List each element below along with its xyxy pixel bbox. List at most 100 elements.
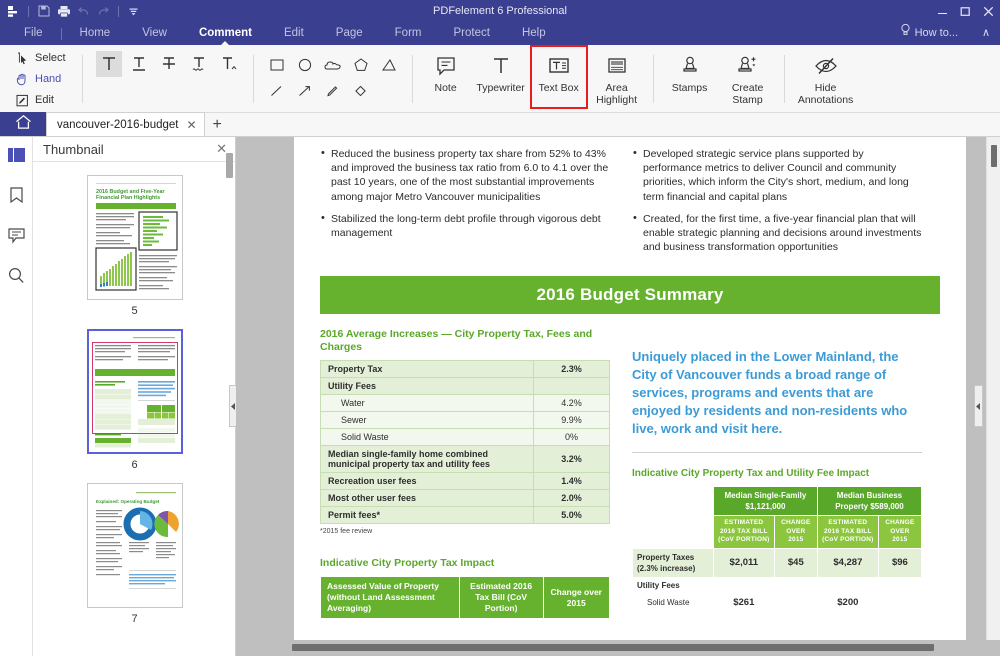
annotation-comment-icon[interactable] <box>4 223 28 247</box>
maximize-button[interactable] <box>954 0 977 22</box>
avg-row-value-5: 3.2% <box>533 445 610 474</box>
print-icon[interactable] <box>56 4 71 19</box>
table-row: Most other user fees 2.0% <box>320 489 610 508</box>
table-row: Median single-family home combined munic… <box>320 445 610 474</box>
rectangle-icon[interactable] <box>265 54 289 76</box>
cloud-icon[interactable] <box>321 54 345 76</box>
document-view[interactable]: Reduced the business property tax share … <box>236 137 1000 656</box>
text-box-button[interactable]: Text Box <box>529 45 588 109</box>
highlight-text-icon[interactable] <box>95 51 122 77</box>
avg-row-value-3: 9.9% <box>533 411 610 430</box>
how-to-button[interactable]: How to... <box>900 22 958 45</box>
thumbnail-page-7[interactable]: Explained: Operating Budget <box>86 483 183 608</box>
impact-row-value-0-2: $4,287 <box>816 547 879 578</box>
ribbon-tab-comment[interactable]: Comment <box>183 22 268 46</box>
thumbnail-page-6[interactable] <box>86 329 183 454</box>
average-increases-section: 2016 Average Increases — City Property T… <box>320 314 611 620</box>
ribbon-tab-edit[interactable]: Edit <box>268 22 320 45</box>
impact-row-value-1-3 <box>877 576 923 594</box>
ribbon-tab-help[interactable]: Help <box>506 22 562 45</box>
edit-tool-button[interactable]: Edit <box>10 91 59 109</box>
caret-insert-text-icon[interactable] <box>216 51 242 77</box>
avg-row-label-0: Property Tax <box>320 360 534 379</box>
ribbon-toolbar: Select Hand Edit Note Typewriter Text Bo… <box>0 45 1000 113</box>
arrow-icon[interactable] <box>293 80 317 102</box>
document-vertical-scrollbar[interactable] <box>986 137 1000 640</box>
collapse-right-panel-handle[interactable] <box>974 385 983 427</box>
table-row: Water 4.2% <box>320 394 610 413</box>
minimize-button[interactable] <box>931 0 954 22</box>
thumbnail-scrollbar[interactable] <box>226 153 233 178</box>
page-right-column: Developed strategic service plans suppor… <box>632 146 922 262</box>
thumbnail-panel: Thumbnail ✕ 2016 Budget and Five-Year Fi… <box>33 137 236 656</box>
avg-row-label-4: Solid Waste <box>320 428 534 447</box>
scrollbar-thumb[interactable] <box>991 145 997 167</box>
ellipse-icon[interactable] <box>293 54 317 76</box>
left-bullet-list: Reduced the business property tax share … <box>320 146 610 240</box>
collapse-ribbon-button[interactable]: ∧ <box>982 22 990 45</box>
thumbnail-page-number: 7 <box>131 613 138 625</box>
ribbon-tab-bar: File Home View Comment Edit Page Form Protect He… <box>0 22 1000 46</box>
underline-text-icon[interactable] <box>126 51 152 77</box>
close-icon[interactable]: ✕ <box>186 118 196 132</box>
close-button[interactable] <box>977 0 1000 22</box>
polygon-icon[interactable] <box>349 54 373 76</box>
list-item[interactable]: 6 <box>33 317 236 471</box>
search-icon[interactable] <box>4 263 28 287</box>
ribbon-tab-protect[interactable]: Protect <box>438 22 506 45</box>
ribbon-tabs: File Home View Comment Edit Page Form Protect He… <box>0 22 1000 46</box>
ribbon-tab-home[interactable]: Home <box>64 22 127 45</box>
bookmark-icon[interactable] <box>4 183 28 207</box>
list-item[interactable]: Explained: Operating Budget 7 <box>33 471 236 625</box>
thumbnail-panel-icon[interactable] <box>4 143 28 167</box>
redo-icon[interactable] <box>96 4 111 19</box>
new-tab-button[interactable]: + <box>205 114 230 136</box>
impact-row-value-1-1 <box>773 576 818 594</box>
avg-row-label-6: Recreation user fees <box>320 472 534 491</box>
impact-row-value-2-2: $200 <box>816 592 879 612</box>
strikethrough-text-icon[interactable] <box>156 51 182 77</box>
note-label: Note <box>434 82 457 94</box>
how-to-label: How to... <box>914 27 958 39</box>
budget-summary-banner: 2016 Budget Summary <box>320 276 940 315</box>
pdf-page[interactable]: Reduced the business property tax share … <box>294 137 966 642</box>
eraser-icon[interactable] <box>349 80 373 102</box>
hand-tool-button[interactable]: Hand <box>10 70 66 88</box>
line-icon[interactable] <box>265 80 289 102</box>
document-horizontal-scrollbar[interactable] <box>236 640 1000 656</box>
tab-vancouver-2016-budget[interactable]: vancouver-2016-budget ✕ <box>46 112 205 136</box>
note-button[interactable]: Note <box>420 45 472 95</box>
ribbon-tab-view[interactable]: View <box>126 22 183 45</box>
ribbon-tab-form[interactable]: Form <box>379 22 438 45</box>
typewriter-button[interactable]: Typewriter <box>472 45 530 95</box>
impact-group-header-1: Median Business Property $589,000 <box>816 486 923 517</box>
lightbulb-icon <box>900 22 911 45</box>
ribbon-tab-page[interactable]: Page <box>320 22 379 45</box>
impact-row-value-0-1: $45 <box>773 547 818 578</box>
table-row: Sewer 9.9% <box>320 411 610 430</box>
thumbnail-page-5[interactable]: 2016 Budget and Five-Year Financial Plan… <box>86 175 183 300</box>
area-highlight-button[interactable]: Area Highlight <box>588 45 646 106</box>
avg-row-label-5: Median single-family home combined munic… <box>320 445 534 474</box>
hide-annotations-button[interactable]: Hide Annotations <box>792 45 860 106</box>
select-tool-button[interactable]: Select <box>10 49 71 67</box>
customize-quick-access-icon[interactable] <box>126 4 141 19</box>
scrollbar-thumb[interactable] <box>292 644 934 651</box>
ribbon-tab-file[interactable]: File <box>8 22 59 45</box>
save-icon[interactable] <box>36 4 51 19</box>
stamps-button[interactable]: Stamps <box>661 45 719 95</box>
indicative-tax-header-1: Estimated 2016 Tax Bill (CoV Portion) <box>458 576 544 620</box>
ribbon-divider-1 <box>81 55 83 103</box>
list-item[interactable]: 2016 Budget and Five-Year Financial Plan… <box>33 163 236 317</box>
open-polygon-icon[interactable] <box>377 54 401 76</box>
create-stamp-button[interactable]: Create Stamp <box>719 45 777 106</box>
home-icon <box>15 114 32 135</box>
undo-icon[interactable] <box>76 4 91 19</box>
table-row: Property Taxes (2.3% increase) $2,011 $4… <box>632 547 923 578</box>
pencil-draw-icon[interactable] <box>321 80 345 102</box>
hide-annotations-icon <box>813 51 839 81</box>
impact-row-label-0: Property Taxes (2.3% increase) <box>632 547 714 578</box>
home-tab-button[interactable] <box>0 112 46 136</box>
squiggly-underline-icon[interactable] <box>186 51 212 77</box>
thumbnail-list[interactable]: 2016 Budget and Five-Year Financial Plan… <box>33 163 236 656</box>
